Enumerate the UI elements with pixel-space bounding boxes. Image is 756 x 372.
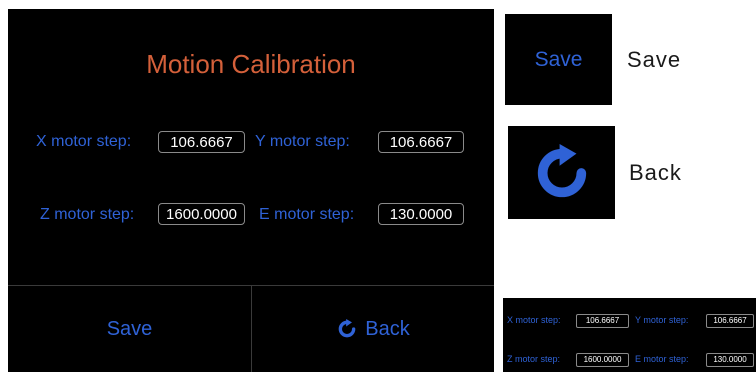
mini-x-motor-step-label: X motor step: xyxy=(507,315,561,325)
back-caption: Back xyxy=(629,160,682,185)
motion-calibration-screen: Motion Calibration X motor step: 106.666… xyxy=(8,9,494,372)
y-motor-step-input[interactable]: 106.6667 xyxy=(378,131,464,153)
mini-z-motor-step-label: Z motor step: xyxy=(507,354,561,364)
e-motor-step-label: E motor step: xyxy=(259,206,355,223)
save-button-label: Save xyxy=(106,317,153,340)
save-reference-tile: Save xyxy=(505,14,612,105)
save-tile-label: Save xyxy=(534,47,583,71)
e-motor-step-input[interactable]: 130.0000 xyxy=(378,203,464,225)
save-button[interactable]: Save xyxy=(8,286,251,372)
save-caption: Save xyxy=(627,47,682,72)
x-motor-step-label: X motor step: xyxy=(36,133,132,150)
mini-e-motor-step-label: E motor step: xyxy=(635,354,689,364)
mini-z-motor-step-value: 1600.0000 xyxy=(576,353,629,367)
z-motor-step-input[interactable]: 1600.0000 xyxy=(158,203,245,225)
back-button[interactable]: Back xyxy=(252,286,495,372)
z-motor-step-label: Z motor step: xyxy=(40,206,135,223)
refresh-arrow-icon xyxy=(338,319,356,338)
refresh-arrow-icon xyxy=(537,143,586,197)
x-motor-step-input[interactable]: 106.6667 xyxy=(158,131,245,153)
mini-x-motor-step-value: 106.6667 xyxy=(576,314,629,328)
back-button-label: Back xyxy=(365,317,410,340)
page-title: Motion Calibration xyxy=(146,49,356,79)
mini-y-motor-step-value: 106.6667 xyxy=(706,314,754,328)
y-motor-step-label: Y motor step: xyxy=(255,133,350,150)
fields-reference-tile: X motor step: 106.6667 Y motor step: 106… xyxy=(503,298,756,372)
back-reference-tile xyxy=(508,126,615,219)
mini-y-motor-step-label: Y motor step: xyxy=(635,315,689,325)
mini-e-motor-step-value: 130.0000 xyxy=(706,353,754,367)
